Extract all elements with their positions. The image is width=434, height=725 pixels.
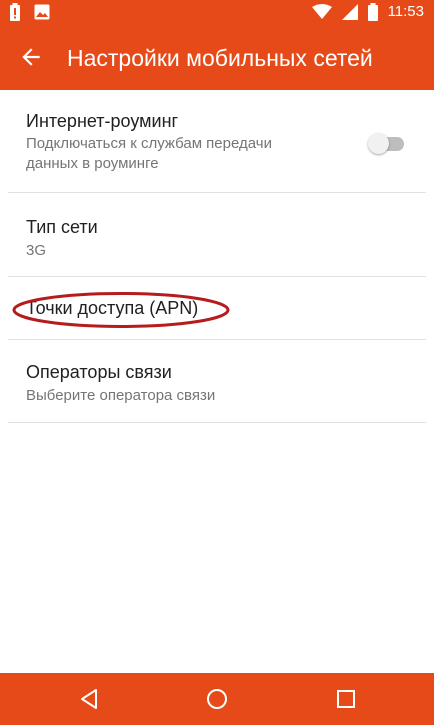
setting-access-points[interactable]: Точки доступа (APN): [8, 277, 426, 340]
back-triangle-icon[interactable]: [78, 687, 102, 711]
image-icon: [34, 4, 50, 20]
toggle-thumb: [368, 133, 389, 154]
status-time: 11:53: [387, 3, 424, 20]
page-title: Настройки мобильных сетей: [67, 45, 373, 71]
recents-square-icon[interactable]: [334, 687, 358, 711]
battery-icon: [367, 3, 378, 21]
battery-alert-icon: [10, 3, 20, 21]
settings-list: Интернет-роуминг Подключаться к службам …: [0, 90, 434, 423]
roaming-toggle[interactable]: [368, 131, 408, 155]
setting-title: Точки доступа (APN): [26, 298, 199, 318]
setting-network-type[interactable]: Тип сети 3G: [8, 193, 426, 277]
arrow-back-icon[interactable]: [18, 44, 44, 70]
setting-summary: Подключаться к службам передачи данных в…: [26, 135, 272, 172]
status-bar: 11:53: [0, 0, 434, 24]
setting-value: 3G: [26, 242, 47, 259]
setting-title: Интернет-роуминг: [26, 111, 179, 131]
setting-title: Тип сети: [26, 217, 98, 237]
setting-summary: Выберите оператора связи: [26, 387, 216, 404]
home-circle-icon[interactable]: [205, 687, 229, 711]
signal-icon: [341, 4, 358, 20]
wifi-icon: [311, 4, 332, 19]
setting-network-operators[interactable]: Операторы связи Выберите оператора связи: [8, 340, 426, 423]
app-bar: Настройки мобильных сетей: [0, 24, 434, 90]
setting-title: Операторы связи: [26, 362, 172, 382]
setting-data-roaming[interactable]: Интернет-роуминг Подключаться к службам …: [8, 90, 426, 193]
navigation-bar: [0, 673, 434, 725]
